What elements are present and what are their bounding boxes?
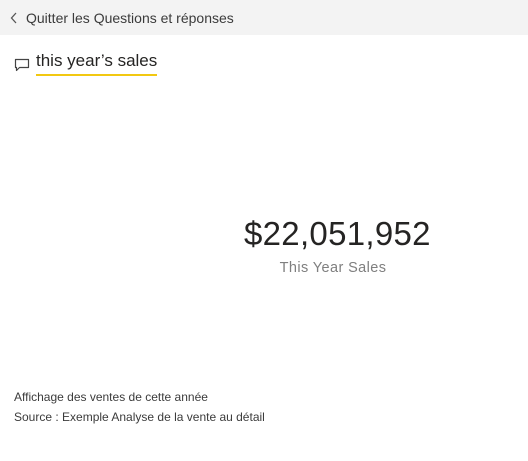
exit-qa-label: Quitter les Questions et réponses bbox=[26, 9, 234, 26]
chat-bubble-icon bbox=[14, 58, 30, 71]
qa-query-row: this year’s sales bbox=[14, 51, 158, 76]
showing-text: Affichage des ventes de cette année bbox=[14, 390, 208, 404]
exit-qa-button[interactable]: Quitter les Questions et réponses bbox=[10, 10, 234, 26]
result-footer: Affichage des ventes de cette année Sour… bbox=[14, 387, 265, 427]
card-value: $22,051,952 bbox=[244, 215, 431, 252]
chevron-left-icon bbox=[10, 12, 17, 23]
source-text: Source : Exemple Analyse de la vente au … bbox=[14, 410, 265, 424]
top-bar: Quitter les Questions et réponses bbox=[0, 0, 528, 35]
card-label: This Year Sales bbox=[279, 260, 387, 276]
qa-query-input[interactable]: this year’s sales bbox=[36, 51, 158, 76]
